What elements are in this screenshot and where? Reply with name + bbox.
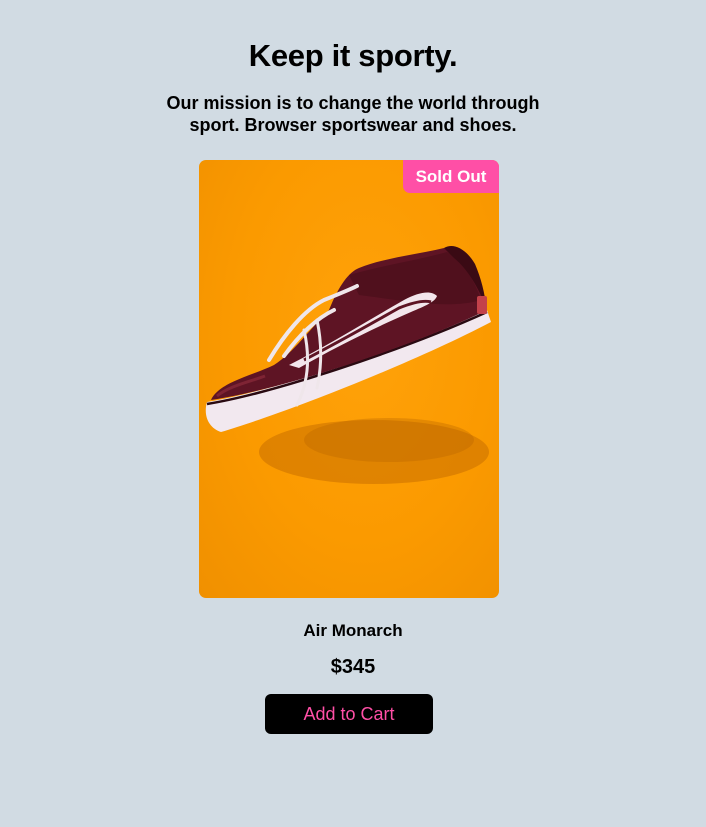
product-image[interactable] (199, 160, 499, 598)
sold-out-badge: Sold Out (403, 160, 499, 193)
product-price: $345 (330, 656, 376, 678)
add-to-cart-button[interactable]: Add to Cart (265, 694, 433, 734)
product-name: Air Monarch (303, 621, 403, 640)
page-subtitle: Our mission is to change the world throu… (166, 93, 540, 135)
sneaker-illustration (205, 245, 491, 484)
page: Keep it sporty. Our mission is to change… (0, 0, 706, 827)
page-title: Keep it sporty. (248, 38, 458, 73)
